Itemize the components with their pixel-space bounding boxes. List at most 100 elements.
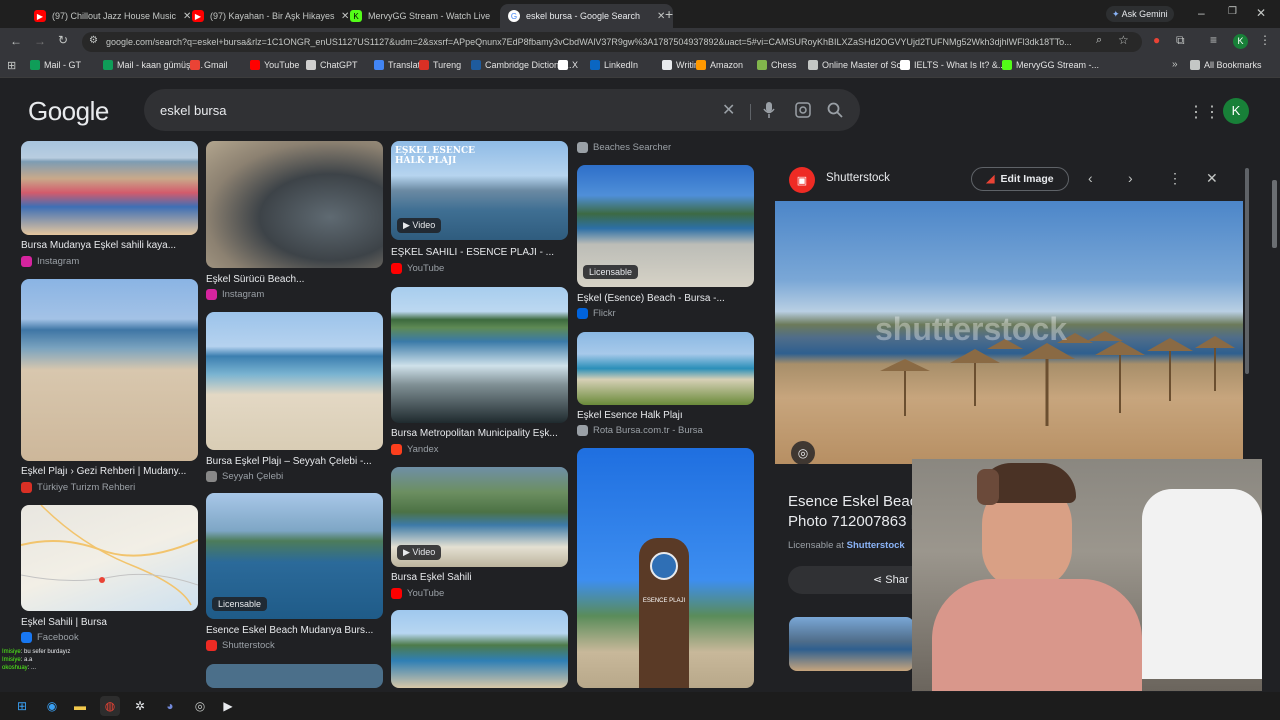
result-image[interactable]: [206, 141, 383, 268]
bookmark-item[interactable]: Translate: [374, 60, 425, 70]
result-caption[interactable]: Bursa Eşkel Sahili: [391, 572, 568, 583]
file-explorer-icon[interactable]: ▬: [70, 696, 90, 716]
forward-icon[interactable]: →: [34, 34, 46, 48]
windows-start-icon[interactable]: ⊞: [12, 696, 32, 716]
zoom-icon[interactable]: ⌕: [1096, 34, 1102, 47]
clear-search-icon[interactable]: ✕: [722, 100, 735, 120]
result-image[interactable]: [206, 664, 383, 688]
page-scrollbar[interactable]: [1272, 180, 1277, 248]
result-source[interactable]: Yandex: [391, 444, 439, 455]
reload-icon[interactable]: ↻: [58, 33, 68, 47]
result-image[interactable]: [391, 287, 568, 423]
tab-chillout-jazz[interactable]: ▶ (97) Chillout Jazz House Music ✕: [26, 4, 199, 28]
menu-kebab-icon[interactable]: ⋮: [1259, 33, 1271, 47]
result-image[interactable]: ESENCE PLAJI: [577, 448, 754, 688]
bookmark-item[interactable]: Amazon: [696, 60, 743, 70]
maximize-icon[interactable]: ❐: [1228, 6, 1237, 17]
bookmark-item[interactable]: Gmail: [190, 60, 228, 70]
close-panel-icon[interactable]: ✕: [1206, 170, 1218, 187]
new-tab-icon[interactable]: +: [665, 6, 673, 22]
result-source[interactable]: Türkiye Turizm Rehberi: [21, 482, 135, 493]
chrome-icon[interactable]: ◍: [100, 696, 120, 716]
next-image-icon[interactable]: ›: [1128, 170, 1133, 186]
result-source[interactable]: YouTube: [391, 263, 444, 274]
account-avatar[interactable]: K: [1223, 98, 1249, 124]
result-source[interactable]: Instagram: [206, 289, 264, 300]
result-image-map[interactable]: [21, 505, 198, 611]
media-icon[interactable]: ≡: [1210, 33, 1217, 47]
result-caption[interactable]: Bursa Eşkel Plajı – Seyyah Çelebi -...: [206, 456, 383, 467]
tab-kayahan[interactable]: ▶ (97) Kayahan - Bir Aşk Hikayesi ✕: [184, 4, 357, 28]
bookmark-item[interactable]: Tureng: [419, 60, 461, 70]
preview-image[interactable]: shutterstock: [775, 201, 1243, 464]
address-bar[interactable]: google.com/search?q=eskel+bursa&rlz=1C1O…: [82, 32, 1142, 52]
result-source[interactable]: Rota Bursa.com.tr - Bursa: [577, 425, 703, 436]
bookmark-item[interactable]: X: [558, 60, 578, 70]
result-image[interactable]: Licensable: [206, 493, 383, 619]
result-image[interactable]: [577, 332, 754, 405]
result-caption[interactable]: Eşkel Plajı › Gezi Rehberi | Mudany...: [21, 466, 198, 477]
site-info-icon[interactable]: ⚙: [89, 35, 98, 46]
result-image[interactable]: EŞKEL ESENCE HALK PLAJI ▶ Video: [391, 141, 568, 240]
result-caption[interactable]: Eşkel Sahili | Bursa: [21, 617, 198, 628]
result-image[interactable]: [391, 610, 568, 688]
lens-icon[interactable]: ◎: [791, 441, 815, 465]
bookmark-item[interactable]: MervyGG Stream -...: [1002, 60, 1099, 70]
minimize-icon[interactable]: –: [1198, 6, 1205, 20]
more-options-icon[interactable]: ⋮: [1168, 170, 1182, 187]
panel-scrollbar[interactable]: [1245, 168, 1249, 374]
result-image[interactable]: [206, 312, 383, 450]
beaches-searcher-source[interactable]: Beaches Searcher: [577, 142, 671, 153]
bookmark-item[interactable]: LinkedIn: [590, 60, 638, 70]
tab-mervygg[interactable]: K MervyGG Stream - Watch Live ✕: [342, 4, 515, 28]
apps-grid-icon[interactable]: ⊞: [7, 59, 16, 72]
bookmark-star-icon[interactable]: ☆: [1118, 33, 1129, 47]
licensable-link[interactable]: Shutterstock: [847, 540, 905, 551]
discord-icon[interactable]: ◕: [160, 696, 180, 716]
result-caption[interactable]: Eşkel (Esence) Beach - Bursa -...: [577, 293, 754, 304]
result-image[interactable]: Licensable: [577, 165, 754, 287]
voice-search-icon[interactable]: [762, 101, 776, 124]
bookmark-item[interactable]: Mail - GT: [30, 60, 81, 70]
extension-icon[interactable]: ●: [1153, 33, 1160, 47]
profile-avatar[interactable]: K: [1233, 34, 1248, 49]
chatgpt-icon[interactable]: ✲: [130, 696, 150, 716]
all-bookmarks-button[interactable]: All Bookmarks: [1190, 60, 1262, 70]
lens-search-icon[interactable]: [795, 102, 811, 123]
search-box[interactable]: [144, 89, 860, 131]
search-icon[interactable]: [827, 102, 843, 123]
search-input[interactable]: eskel bursa: [160, 103, 226, 118]
back-icon[interactable]: ←: [10, 34, 22, 48]
result-source[interactable]: Flickr: [577, 308, 616, 319]
result-source[interactable]: Facebook: [21, 632, 79, 643]
result-caption[interactable]: Eşkel Sürücü Beach...: [206, 274, 383, 285]
result-image[interactable]: [21, 141, 198, 235]
bookmark-item[interactable]: Mail - kaan gümüşd...: [103, 60, 203, 70]
bookmark-item[interactable]: IELTS - What Is It? &...: [900, 60, 1005, 70]
bookmark-item[interactable]: YouTube: [250, 60, 299, 70]
result-image[interactable]: [21, 279, 198, 461]
result-caption[interactable]: Esence Eskel Beach Mudanya Burs...: [206, 625, 383, 636]
result-caption[interactable]: EŞKEL SAHİLİ - ESENCE PLAJI - ...: [391, 247, 568, 258]
ask-gemini-button[interactable]: ✦ Ask Gemini: [1106, 6, 1174, 22]
result-source[interactable]: YouTube: [391, 588, 444, 599]
bookmarks-overflow-icon[interactable]: »: [1172, 59, 1178, 70]
result-image[interactable]: ▶ Video: [391, 467, 568, 567]
result-source[interactable]: Shutterstock: [206, 640, 275, 651]
google-logo[interactable]: Google: [28, 96, 109, 127]
bookmark-item[interactable]: Cambridge Dictiona...: [471, 60, 572, 70]
bookmark-item[interactable]: Online Master of Sci...: [808, 60, 911, 70]
result-source[interactable]: Seyyah Çelebi: [206, 471, 283, 482]
panel-image-title[interactable]: Esence Eskel Beac Photo 712007863 |: [788, 492, 917, 532]
edit-image-button[interactable]: ◢ Edit Image: [971, 167, 1069, 191]
result-caption[interactable]: Bursa Mudanya Eşkel sahili kaya...: [21, 240, 198, 251]
bookmark-item[interactable]: Chess: [757, 60, 797, 70]
edge-icon[interactable]: ◉: [42, 696, 62, 716]
tab-google-search[interactable]: G eskel bursa - Google Search ✕: [500, 4, 674, 28]
result-source[interactable]: Instagram: [21, 256, 79, 267]
obs-icon[interactable]: ◎: [190, 696, 210, 716]
related-image[interactable]: [789, 617, 914, 671]
result-caption[interactable]: Bursa Metropolitan Municipality Eşk...: [391, 428, 568, 439]
extensions-puzzle-icon[interactable]: ⧉: [1176, 33, 1185, 48]
result-caption[interactable]: Eşkel Esence Halk Plajı: [577, 410, 754, 421]
